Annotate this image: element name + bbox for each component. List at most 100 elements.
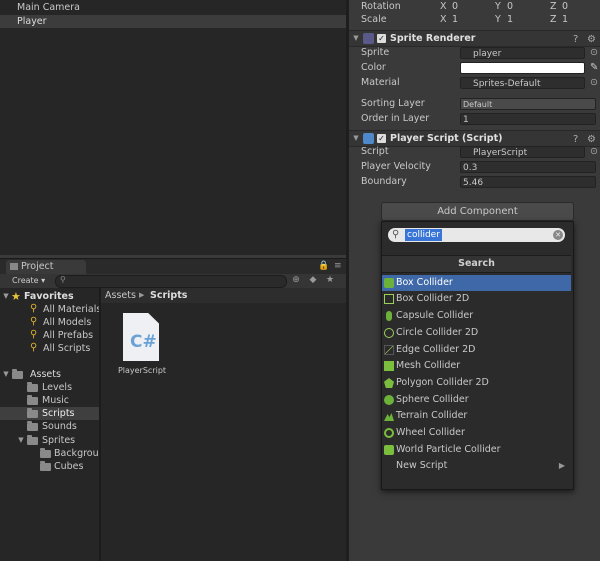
expand-triangle-icon[interactable]: ▼ [352,131,360,146]
wheel-collider-icon [384,428,394,438]
component-item[interactable]: Wheel Collider [382,425,571,441]
create-button[interactable]: Create ▾ [12,275,45,287]
component-item[interactable]: Sphere Collider [382,392,571,408]
rotation-x-field[interactable]: 0 [452,0,458,14]
tree-favorite-item[interactable]: ⚲ All Models [0,316,99,329]
rotation-z-field[interactable]: 0 [562,0,568,14]
breadcrumb-assets[interactable]: Assets [105,288,136,303]
sprite-renderer-icon [363,33,374,44]
filter-type-icon[interactable]: ⊕ [291,275,301,285]
material-row: Material Sprites-Default ⊙ [361,76,598,90]
polygon-collider-2d-icon [384,378,394,388]
search-icon: ⚲ [30,329,38,340]
filter-label-icon[interactable]: ◆ [308,275,318,285]
color-row: Color [361,61,596,75]
folder-icon [40,448,51,458]
component-item[interactable]: Capsule Collider [382,308,571,324]
tree-folder[interactable]: Backgrour [0,447,99,460]
breadcrumb: Assets ▶ Scripts [101,288,346,303]
gear-icon[interactable]: ⚙ [587,32,596,47]
object-picker-icon[interactable]: ⊙ [590,145,598,159]
tree-folder[interactable]: Cubes [0,460,99,473]
tree-favorite-item[interactable]: ⚲ All Materials [0,303,99,316]
component-item[interactable]: Box Collider [382,275,571,291]
tree-folder[interactable]: Sounds [0,420,99,433]
hierarchy-panel: Main Camera Player [0,0,346,255]
popup-section-title: Search [382,255,571,273]
project-tree: ▼ ★ Favorites ⚲ All Materials ⚲ All Mode… [0,288,99,561]
enabled-checkbox[interactable]: ✓ [377,134,386,143]
component-item[interactable]: Box Collider 2D [382,291,571,307]
object-picker-icon[interactable]: ⊙ [590,46,598,60]
expand-triangle-icon[interactable]: ▼ [17,434,25,447]
component-item[interactable]: World Particle Collider [382,442,571,458]
expand-triangle-icon[interactable]: ▼ [2,290,10,303]
scale-x-field[interactable]: 1 [452,13,458,27]
tree-assets[interactable]: ▼ Assets [0,368,99,381]
help-icon[interactable]: ? [573,32,578,47]
tab-project[interactable]: Project [6,260,86,274]
component-item[interactable]: Polygon Collider 2D [382,375,571,391]
star-icon: ★ [11,290,21,303]
script-field[interactable]: PlayerScript [460,146,585,158]
sorting-layer-dropdown[interactable]: Default [460,98,596,110]
breadcrumb-scripts[interactable]: Scripts [150,288,187,303]
folder-icon [40,461,51,471]
scale-z-field[interactable]: 1 [562,13,568,27]
enabled-checkbox[interactable]: ✓ [377,34,386,43]
sprite-field[interactable]: player [460,47,585,59]
eyedropper-icon[interactable]: ✎ [590,62,598,73]
submenu-arrow-icon: ▶ [558,461,565,470]
mesh-collider-icon [384,361,394,371]
material-field[interactable]: Sprites-Default [460,77,585,89]
object-picker-icon[interactable]: ⊙ [590,76,598,90]
tab-project-label: Project [21,261,54,272]
script-icon [363,133,374,144]
csharp-glyph: C# [130,332,157,352]
tree-favorites[interactable]: ▼ ★ Favorites [0,290,99,303]
hierarchy-item-main-camera[interactable]: Main Camera [0,1,346,14]
tree-folder[interactable]: Music [0,394,99,407]
component-item[interactable]: Edge Collider 2D [382,342,571,358]
hierarchy-item-player[interactable]: Player [0,15,346,28]
clear-search-icon[interactable]: ✕ [553,230,563,240]
order-field[interactable]: 1 [460,113,596,125]
sprite-renderer-header[interactable]: ▼ ✓ Sprite Renderer ? ⚙ [349,30,600,47]
scale-y-field[interactable]: 1 [507,13,513,27]
file-label[interactable]: PlayerScript [112,366,172,375]
box-collider-icon [384,278,394,288]
sphere-collider-icon [384,395,394,405]
component-item[interactable]: Mesh Collider [382,358,571,374]
tree-folder[interactable]: ▼ Sprites [0,434,99,447]
tree-folder-selected[interactable]: Scripts [0,407,99,420]
world-particle-collider-icon [384,445,394,455]
project-search-input[interactable]: ⚲ [55,275,287,288]
color-field[interactable] [460,62,585,74]
tree-favorite-item[interactable]: ⚲ All Scripts [0,342,99,355]
velocity-field[interactable]: 0.3 [460,161,596,173]
folder-icon [12,369,23,379]
new-script-item[interactable]: New Script ▶ [382,458,571,474]
boundary-field[interactable]: 5.46 [460,176,596,188]
folder-icon [27,435,38,445]
sorting-layer-row: Sorting Layer Default [361,97,596,111]
folder-icon [27,408,38,418]
component-item[interactable]: Circle Collider 2D [382,325,571,341]
folder-icon [27,395,38,405]
search-query[interactable]: collider [405,229,442,241]
search-icon: ⚲ [30,316,38,327]
sprite-row: Sprite player ⊙ [361,46,598,60]
box-collider-2d-icon [384,294,394,304]
expand-triangle-icon[interactable]: ▼ [2,368,10,381]
add-component-button[interactable]: Add Component [381,202,574,221]
menu-icon[interactable]: ≡ [334,261,342,271]
component-item[interactable]: Terrain Collider [382,408,571,424]
search-icon: ⚲ [30,342,38,353]
tree-favorite-item[interactable]: ⚲ All Prefabs [0,329,99,342]
favorite-star-icon[interactable]: ★ [325,275,335,285]
order-row: Order in Layer 1 [361,112,596,126]
rotation-y-field[interactable]: 0 [507,0,513,14]
lock-icon[interactable]: 🔒 [318,261,329,271]
tree-folder[interactable]: Levels [0,381,99,394]
expand-triangle-icon[interactable]: ▼ [352,31,360,46]
